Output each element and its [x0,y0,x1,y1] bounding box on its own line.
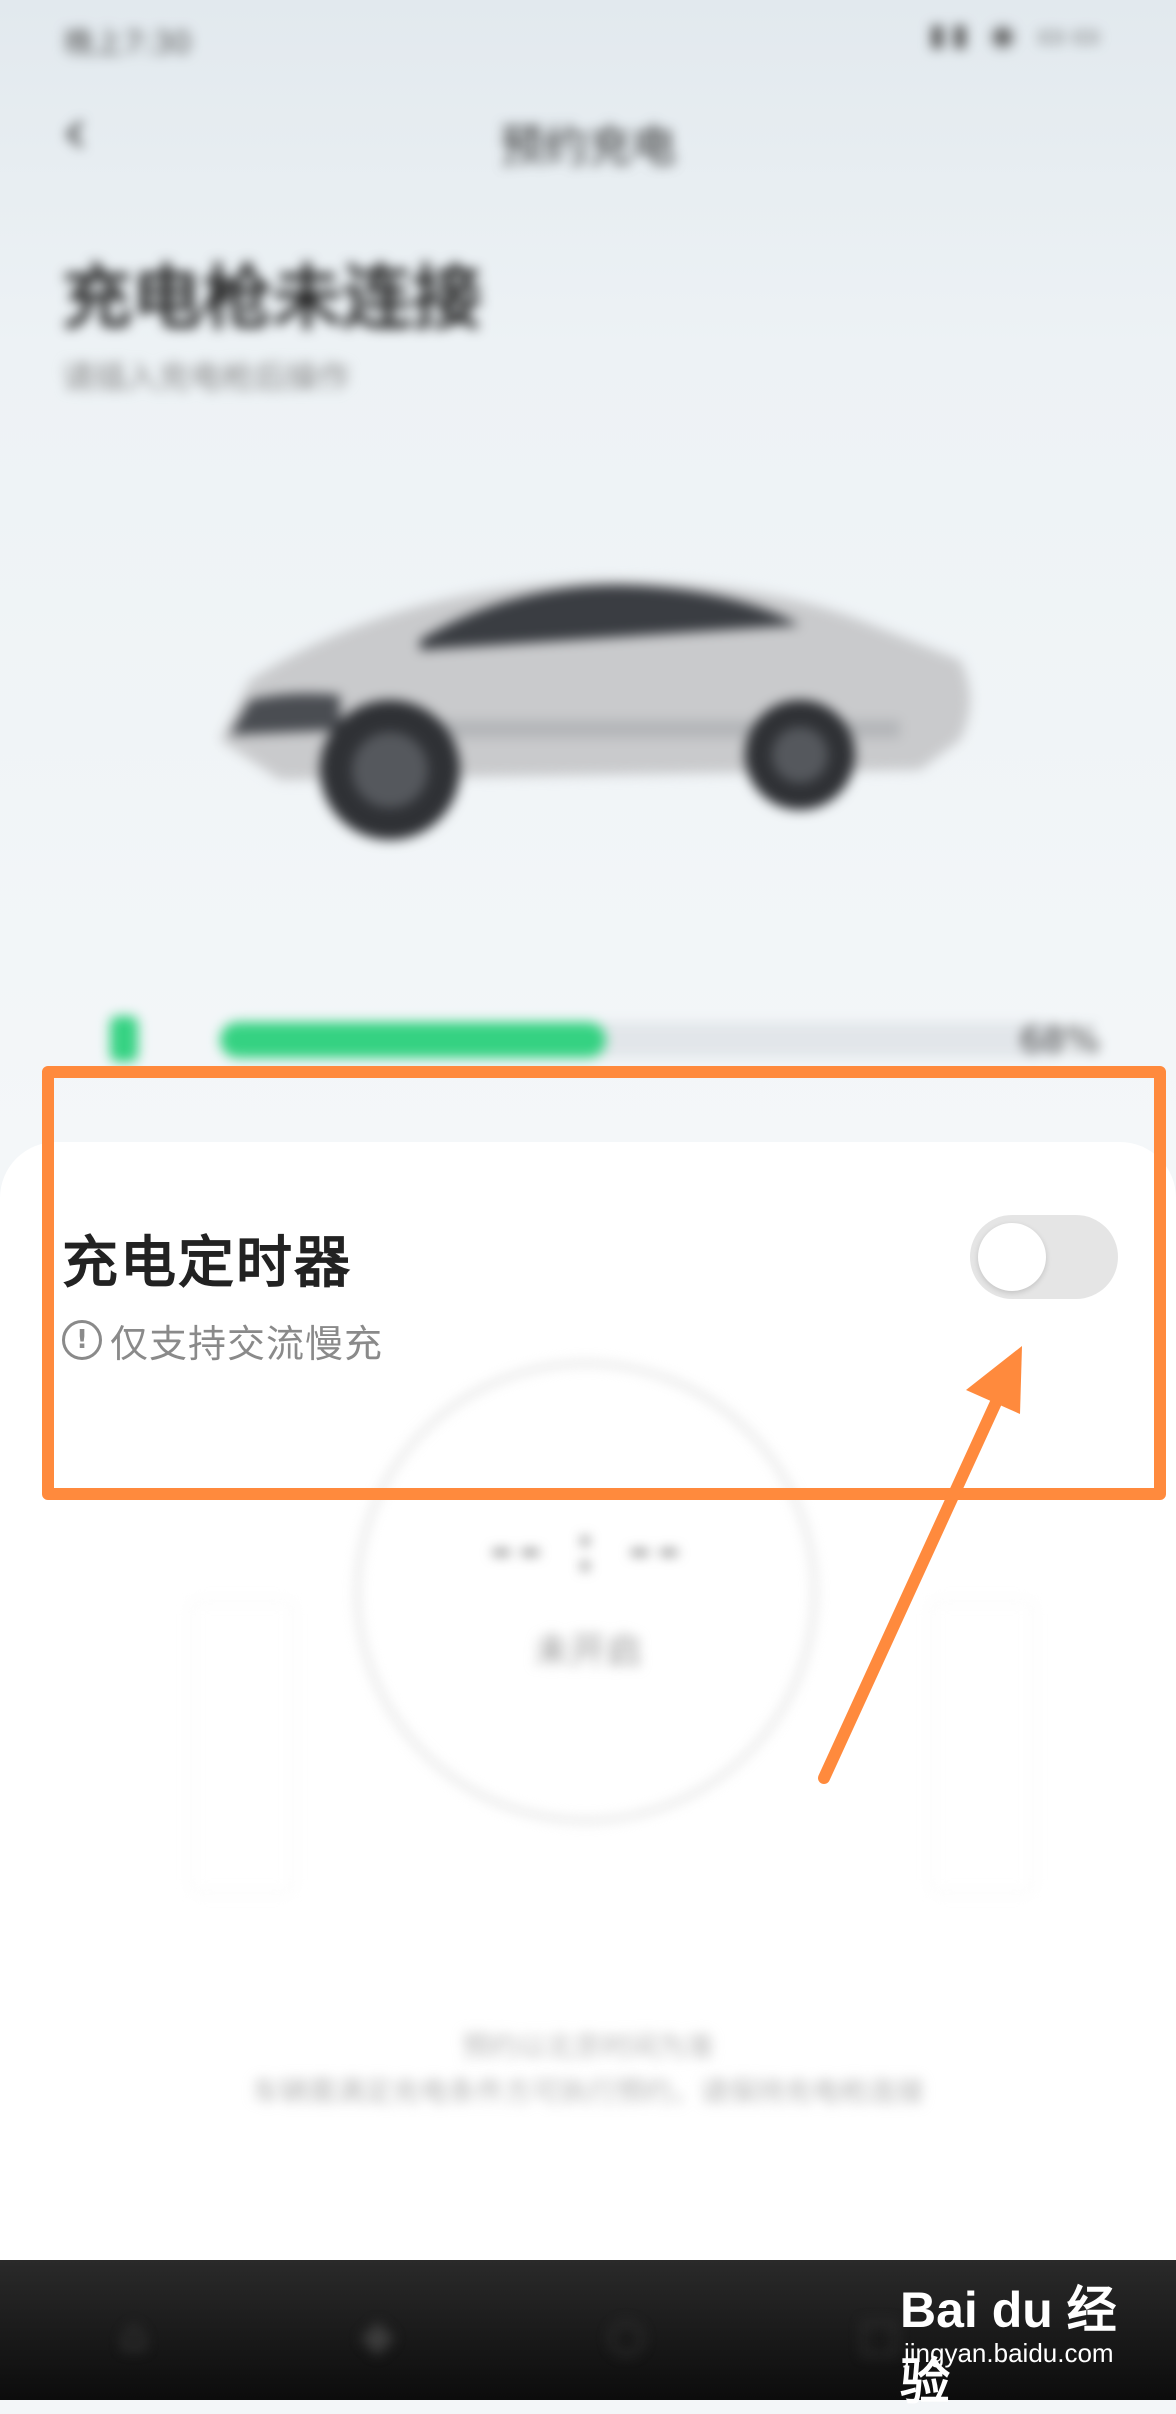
side-box-right [930,1600,1034,1894]
charging-status-subtitle: 请插入充电枪后操作 [62,358,351,396]
battery-icon [110,1016,138,1062]
profile-icon[interactable]: □ [858,2310,900,2361]
side-box-left [190,1600,294,1894]
status-icons: ▮▮ ◉ ▭▭ [929,18,1106,53]
charging-status-title: 充电枪未连接 [62,257,482,339]
watermark-site: jingyan.baidu.com [904,2338,1114,2368]
home-icon[interactable]: ⌂ [120,2310,148,2361]
bottom-nav-icons: ⌂ ◆ ○ □ [120,2310,900,2361]
footnote-line-1: 预约以北京时间为准 [461,2030,714,2063]
page-title: 预约充电 [500,121,676,172]
footnote-line-2: 车辆需满足充电条件方可执行预约，请保持充电枪连接 [251,2075,924,2108]
status-bar: 晚上7:30 ▮▮ ◉ ▭▭ [0,0,1176,70]
service-icon[interactable]: ○ [607,2310,645,2361]
timer-value: -- : -- [489,1512,687,1586]
car-icon[interactable]: ◆ [361,2310,395,2361]
battery-percent: 68% [1019,1020,1100,1061]
status-time: 晚上7:30 [64,26,192,61]
battery-row: 68% [110,1012,1100,1072]
battery-fill [220,1022,607,1058]
watermark: Bai du 经验 jingyan.baidu.com [900,2270,1160,2410]
battery-track [220,1022,1060,1058]
highlight-annotation-box [42,1066,1166,1500]
car-image [220,579,970,840]
